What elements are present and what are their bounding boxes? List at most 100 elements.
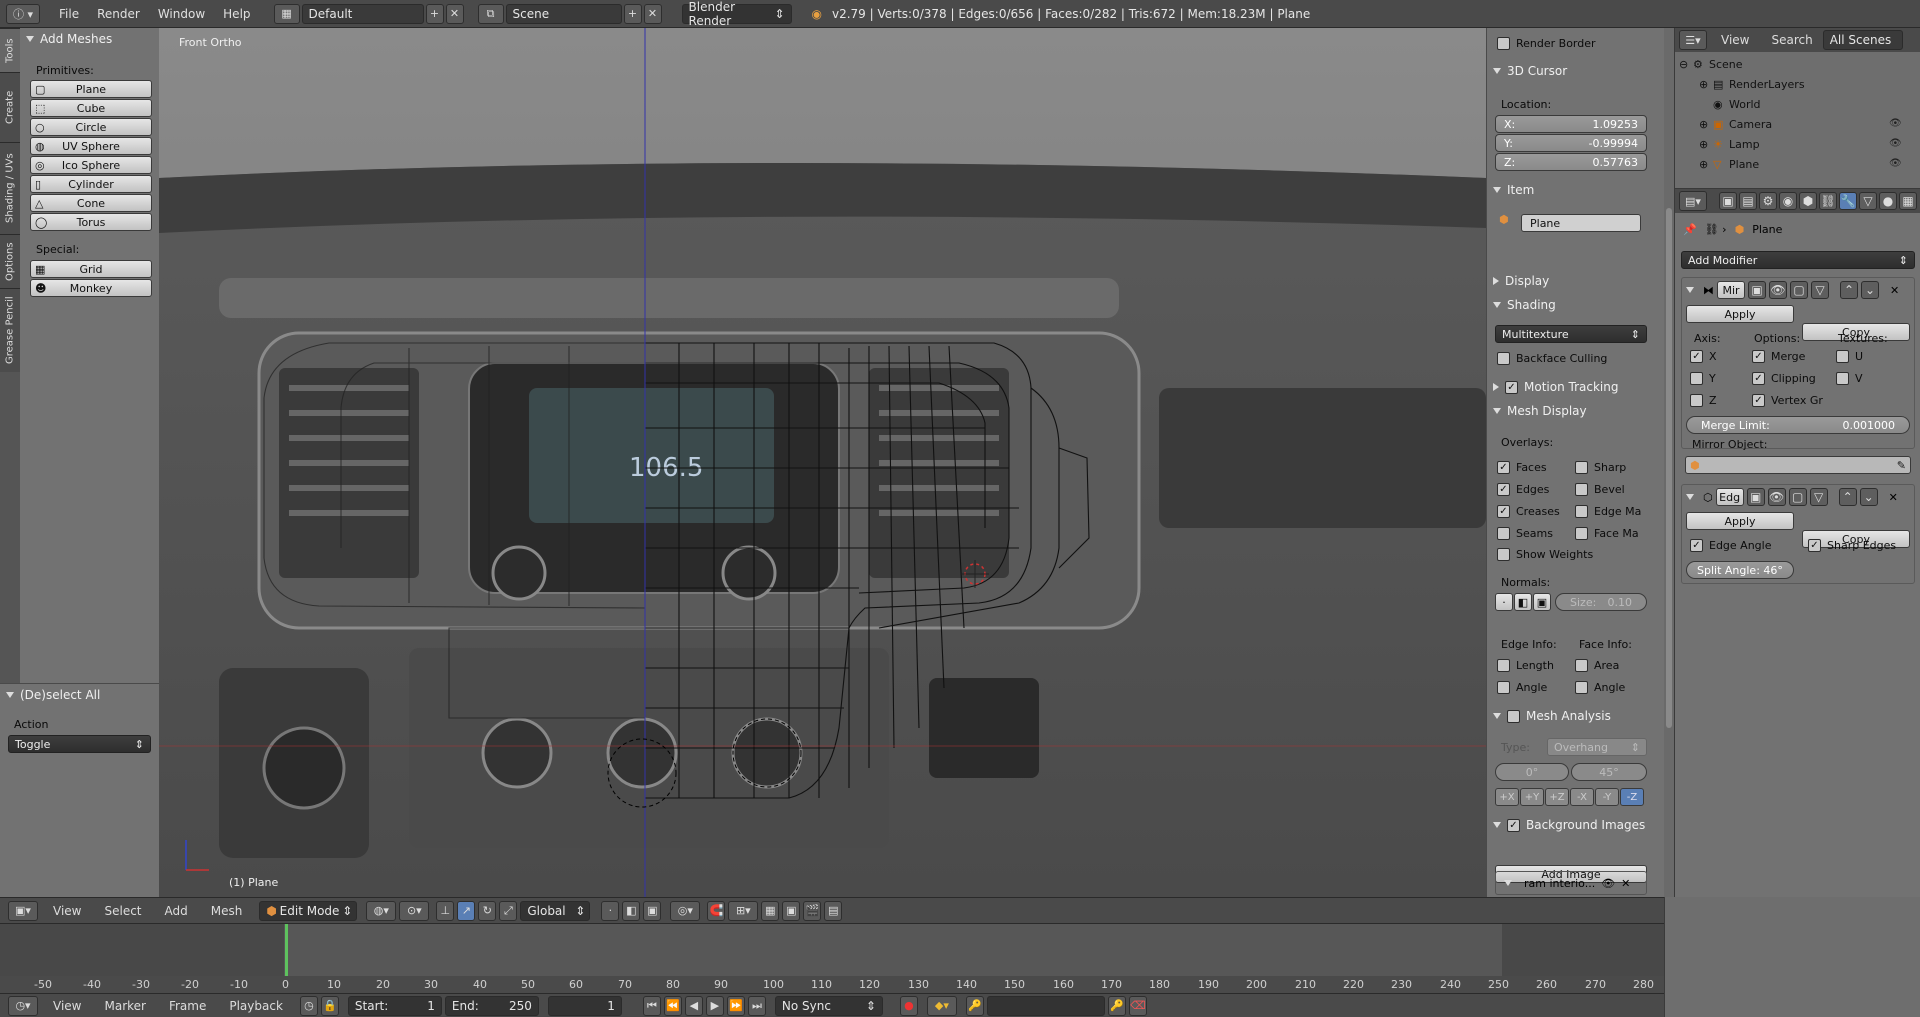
cage-toggle-icon-2[interactable]: ▽	[1809, 488, 1828, 506]
overlay-faces[interactable]: ✓ Faces	[1497, 456, 1560, 478]
backface-culling-row[interactable]: Backface Culling	[1497, 352, 1607, 365]
loop-normals-icon[interactable]: ◧	[1514, 593, 1532, 611]
remove-modifier-icon-2[interactable]: ✕	[1889, 491, 1898, 504]
vertex-select-icon[interactable]: ·	[601, 900, 620, 921]
overlay-edges[interactable]: ✓ Edges	[1497, 478, 1560, 500]
length-row[interactable]: Length	[1497, 659, 1554, 672]
background-images-checkbox[interactable]: ✓	[1507, 818, 1520, 832]
overlay-edge-marks[interactable]: Edge Ma	[1575, 500, 1641, 522]
render-toggle-icon-2[interactable]: ▣	[1746, 488, 1765, 506]
current-frame-field[interactable]: 1	[547, 995, 622, 1016]
sharp-checkbox[interactable]	[1575, 460, 1588, 474]
show-weights-checkbox[interactable]	[1497, 548, 1510, 561]
jump-end-icon[interactable]: ⏭	[747, 995, 766, 1016]
play-icon[interactable]: ▶	[705, 995, 724, 1016]
constraints-tab-icon[interactable]: ⛓	[1819, 192, 1837, 210]
axis-y-checkbox[interactable]	[1690, 372, 1703, 385]
add-cylinder-button[interactable]: ▯ Cylinder	[30, 175, 152, 193]
overlay-bevel[interactable]: Bevel	[1575, 478, 1641, 500]
select-menu[interactable]: Select	[104, 904, 141, 918]
scene-icon[interactable]: ⧉	[477, 3, 504, 24]
mesh-analysis-header[interactable]: Mesh Analysis	[1487, 705, 1663, 727]
render-layers-tab-icon[interactable]: ▤	[1739, 192, 1757, 210]
mode-select[interactable]: ⬢ Edit Mode ⇕	[259, 900, 358, 921]
layout-icon[interactable]: ▦	[273, 3, 300, 24]
collapse-icon-2[interactable]	[1686, 494, 1694, 500]
outliner-renderlayers[interactable]: ⊕ ▤ RenderLayers	[1679, 74, 1915, 94]
tex-u-row[interactable]: U	[1836, 350, 1863, 363]
cage-toggle-icon[interactable]: ▽	[1811, 281, 1829, 299]
opengl-render-icon[interactable]: ▣	[782, 900, 801, 921]
axis-minus-z-button[interactable]: -Z	[1620, 788, 1644, 806]
move-up-icon-2[interactable]: ⌃	[1838, 488, 1857, 506]
vertex-groups-row[interactable]: ✓ Vertex Gr	[1752, 394, 1823, 407]
collapse-icon[interactable]	[1686, 287, 1694, 293]
play-reverse-icon[interactable]: ◀	[684, 995, 703, 1016]
split-angle-field[interactable]: Split Angle: 46°	[1686, 561, 1794, 579]
view-menu[interactable]: View	[53, 904, 81, 918]
outliner-scene[interactable]: ⊖ ⚙ Scene	[1679, 54, 1915, 74]
3d-cursor-header[interactable]: 3D Cursor	[1487, 60, 1663, 82]
axis-y-row[interactable]: Y	[1690, 372, 1716, 385]
edge-split-name-field[interactable]: Edg	[1715, 488, 1744, 506]
clipping-checkbox[interactable]: ✓	[1752, 372, 1765, 385]
lamp-visibility-eye-icon[interactable]: 👁	[1889, 138, 1902, 150]
keying-set-field[interactable]	[986, 995, 1105, 1016]
cursor-y-field[interactable]: Y: -0.99994	[1495, 134, 1647, 152]
merge-row[interactable]: ✓ Merge	[1752, 350, 1805, 363]
scene-tab-icon[interactable]: ⚙	[1759, 192, 1777, 210]
analysis-max-field[interactable]: 45°	[1571, 763, 1647, 781]
world-tab-icon[interactable]: ◉	[1779, 192, 1797, 210]
pivot-point-icon[interactable]: ⊙▾	[399, 900, 430, 921]
show-weights-row[interactable]: Show Weights	[1497, 548, 1593, 561]
edge-angle-info-checkbox[interactable]	[1497, 681, 1510, 694]
area-checkbox[interactable]	[1575, 659, 1588, 672]
data-tab-icon[interactable]: ▽	[1859, 192, 1877, 210]
mirror-name-field[interactable]: Mir	[1717, 281, 1745, 299]
rotate-manipulator-icon[interactable]: ↻	[478, 900, 497, 921]
viewport-toggle-icon-2[interactable]: 👁	[1767, 488, 1786, 506]
face-normals-icon[interactable]: ▣	[1533, 593, 1551, 611]
cursor-x-field[interactable]: X: 1.09253	[1495, 115, 1647, 133]
scene-field[interactable]: Scene	[505, 3, 622, 24]
sharp-edges-row[interactable]: ✓ Sharp Edges	[1808, 539, 1896, 552]
item-name-field[interactable]: Plane	[1521, 214, 1641, 232]
action-select[interactable]: Toggle ⇕	[8, 735, 151, 753]
preview-range-icon[interactable]: ◷	[299, 995, 318, 1016]
opengl-anim-icon[interactable]: 🎬	[803, 900, 822, 921]
add-cone-button[interactable]: △ Cone	[30, 194, 152, 212]
face-select-icon[interactable]: ▣	[643, 900, 662, 921]
add-grid-button[interactable]: ▦ Grid	[30, 260, 152, 278]
backface-culling-checkbox[interactable]	[1497, 352, 1510, 365]
outliner-plane[interactable]: ⊕ ▽ Plane 👁	[1679, 154, 1915, 174]
eye-icon[interactable]: 👁	[1601, 877, 1615, 890]
object-tab-icon[interactable]: ⬢	[1799, 192, 1817, 210]
add-modifier-select[interactable]: Add Modifier ⇕	[1681, 251, 1915, 269]
motion-tracking-checkbox[interactable]: ✓	[1505, 380, 1518, 394]
add-ico-sphere-button[interactable]: ◎ Ico Sphere	[30, 156, 152, 174]
add-menu[interactable]: Add	[165, 904, 188, 918]
mirror-object-field[interactable]: ⬢ ✎	[1685, 456, 1911, 474]
face-angle-info-checkbox[interactable]	[1575, 681, 1588, 694]
lock-frame-icon[interactable]: 🔒	[320, 995, 339, 1016]
timeline-marker-menu[interactable]: Marker	[104, 999, 145, 1013]
normals-size-field[interactable]: Size: 0.10	[1555, 593, 1647, 611]
scale-manipulator-icon[interactable]: ⤢	[499, 900, 518, 921]
merge-checkbox[interactable]: ✓	[1752, 350, 1765, 363]
vertex-normals-icon[interactable]: ·	[1495, 593, 1513, 611]
keying-icon[interactable]: ◆▾	[926, 995, 957, 1016]
pin-icon[interactable]: 📌	[1683, 223, 1697, 236]
tab-tools[interactable]: Tools	[0, 28, 20, 72]
modifiers-tab-icon[interactable]: 🔧	[1839, 192, 1857, 210]
face-angle-info-row[interactable]: Angle	[1575, 681, 1625, 694]
move-down-icon[interactable]: ⌄	[1861, 281, 1879, 299]
timeline-editor-icon[interactable]: ◷▾	[8, 995, 38, 1016]
face-marks-checkbox[interactable]	[1575, 526, 1588, 540]
outliner-search-menu[interactable]: Search	[1771, 33, 1812, 47]
edge-angle-row[interactable]: ✓ Edge Angle	[1690, 539, 1771, 552]
viewport-shading-icon[interactable]: ◍▾	[366, 900, 397, 921]
outliner-lamp[interactable]: ⊕ ☀ Lamp 👁	[1679, 134, 1915, 154]
prev-keyframe-icon[interactable]: ⏪	[663, 995, 682, 1016]
outliner-view-menu[interactable]: View	[1721, 33, 1749, 47]
axis-plus-y-button[interactable]: +Y	[1520, 788, 1544, 806]
